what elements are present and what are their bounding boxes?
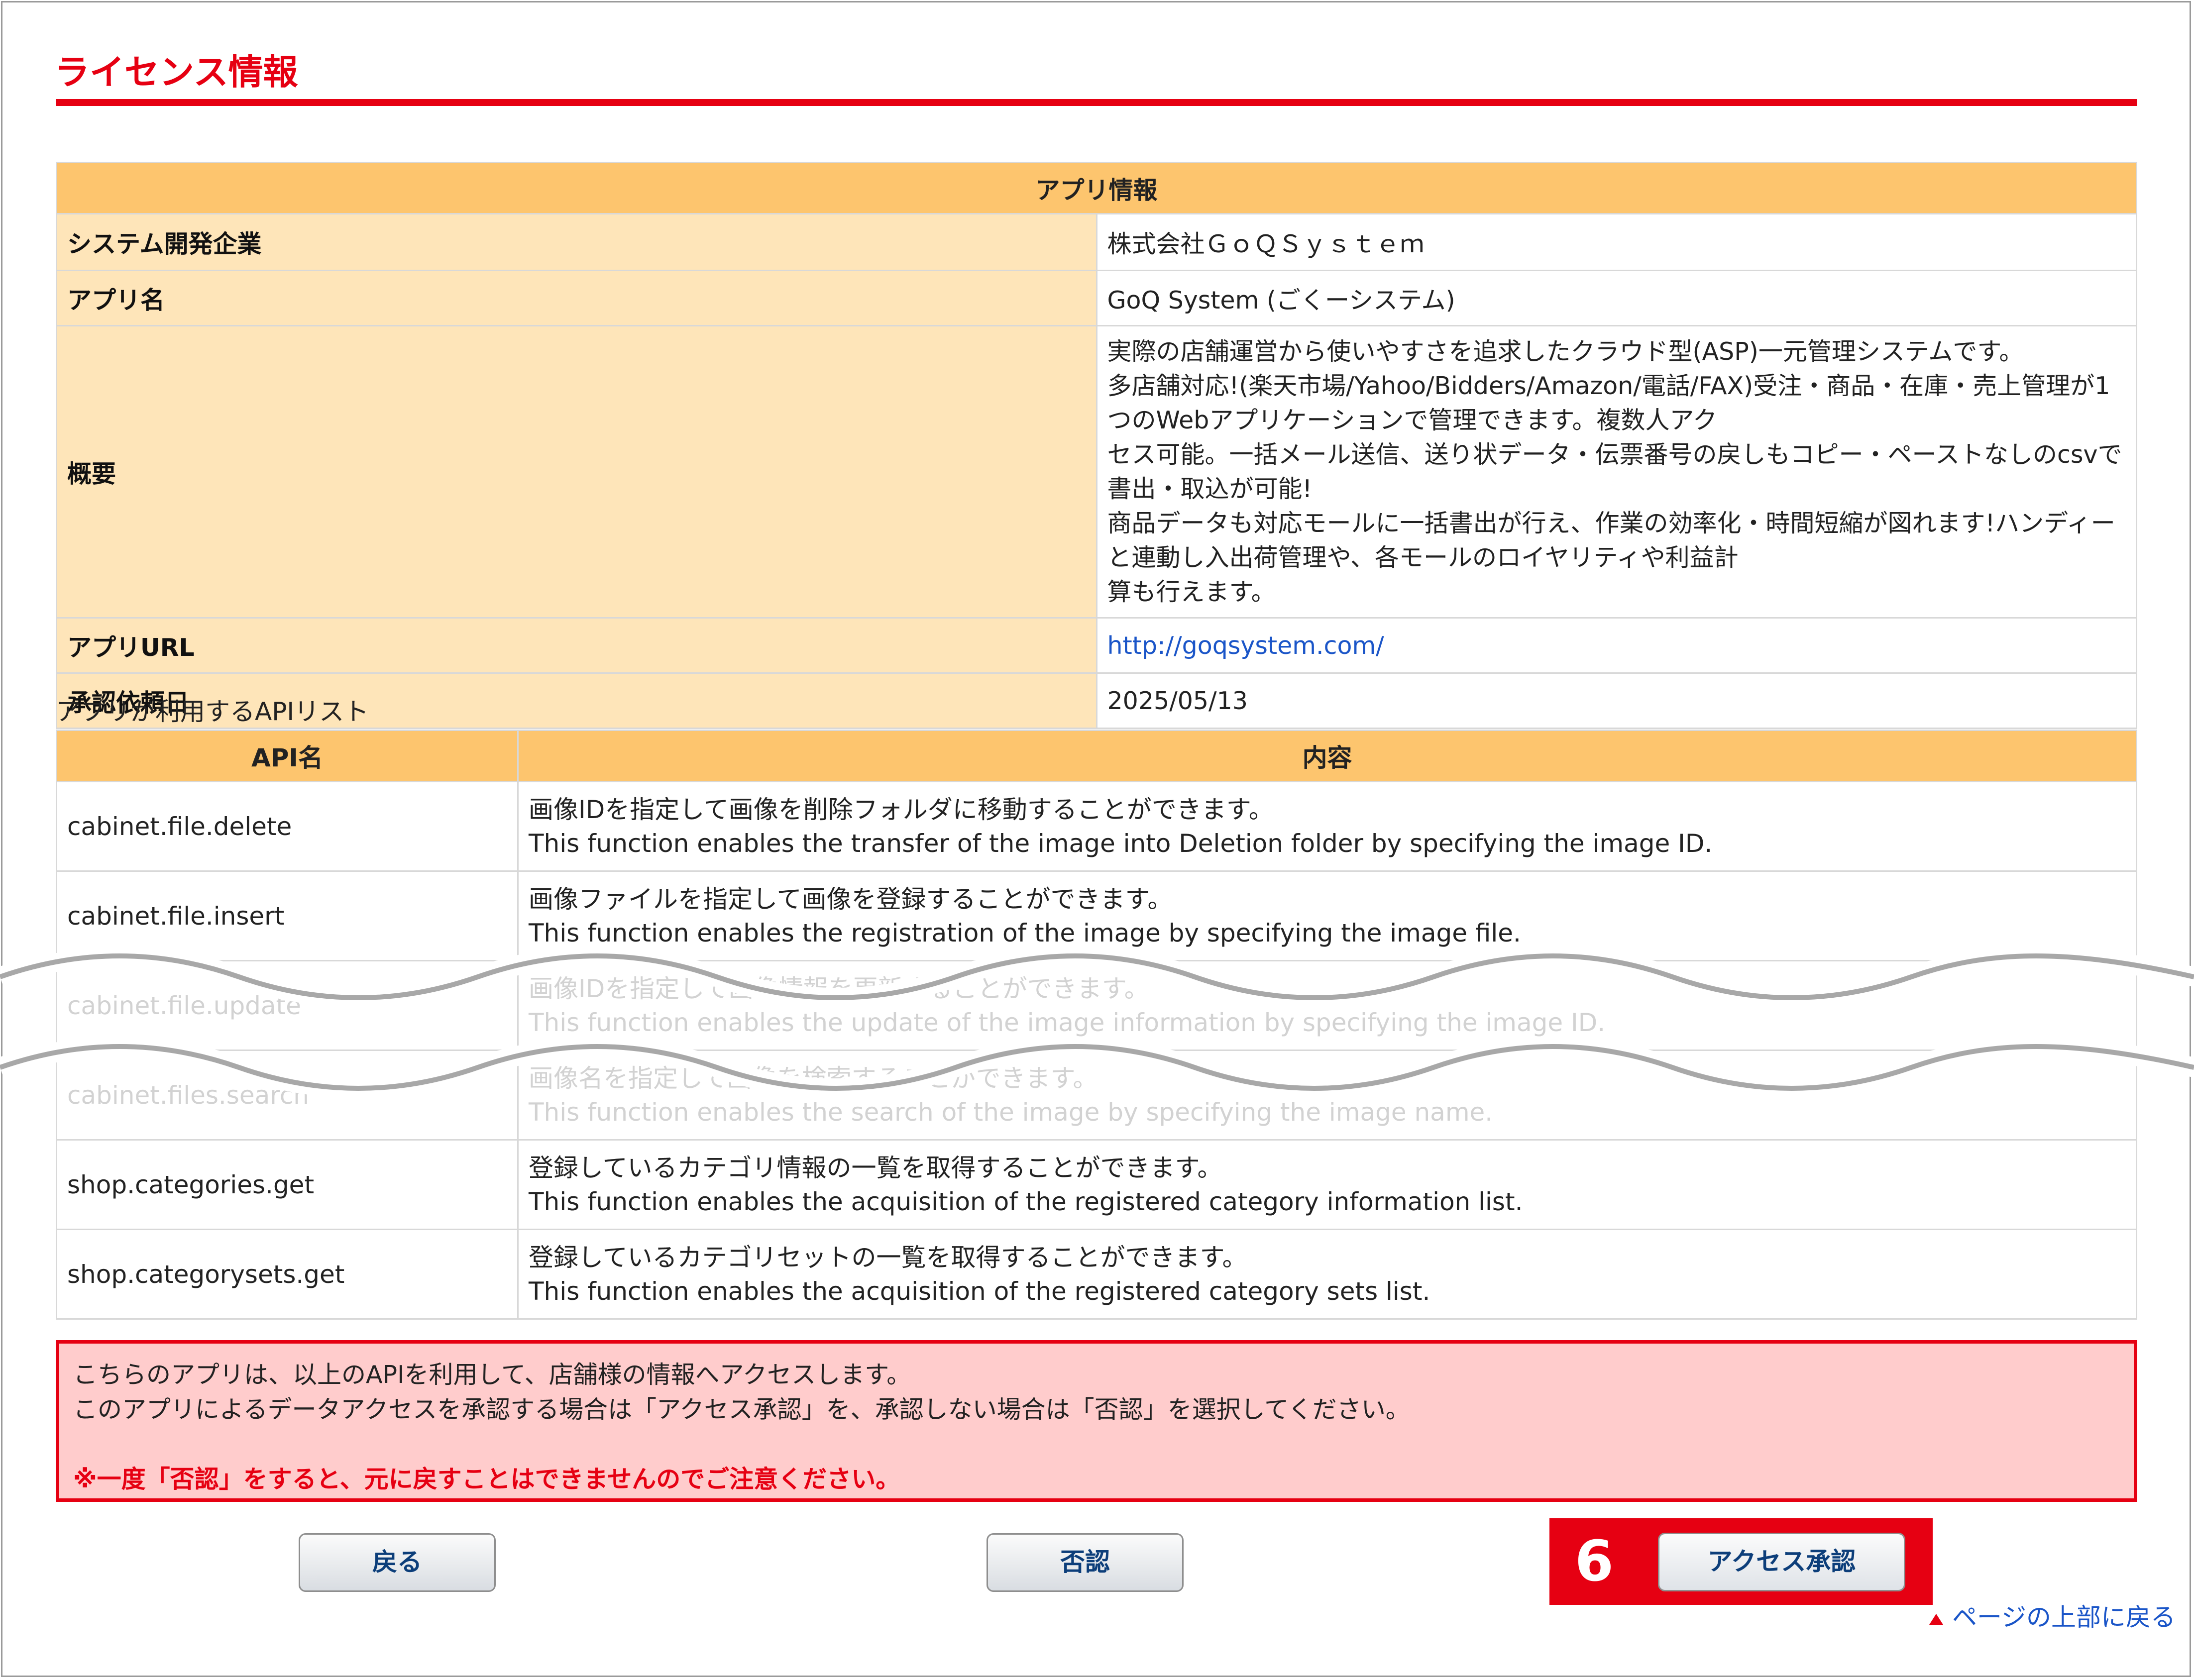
api-name: cabinet.file.update [56,960,519,1051]
api-row: shop.categories.get 登録しているカテゴリ情報の一覧を取得する… [56,1139,2137,1230]
summary-line: 算も行えます。 [1107,578,1276,606]
api-description-en: This function enables the update of the … [529,1008,1606,1037]
summary-line: 実際の店舗運営から使いやすさを追求したクラウド型(ASP)一元管理システムです。 [1107,337,2024,366]
api-description-en: This function enables the acquisition of… [529,1276,1430,1306]
page-top-label: ページの上部に戻る [1952,1603,2176,1632]
page-top-link[interactable]: ページの上部に戻る [1929,1600,2176,1635]
api-name-column-header: API名 [56,730,519,782]
title-underline [56,99,2137,106]
row-label-summary: 概要 [56,325,1097,619]
triangle-up-icon [1929,1613,1943,1625]
deny-button[interactable]: 否認 [987,1533,1184,1592]
api-description-jp: 画像IDを指定して画像を削除フォルダに移動することができます。 [529,795,1274,824]
api-description: 登録しているカテゴリ情報の一覧を取得することができます。 This functi… [517,1139,2137,1230]
api-description-jp: 画像ファイルを指定して画像を登録することができます。 [529,884,1173,914]
api-description-en: This function enables the acquisition of… [529,1187,1523,1216]
api-description-jp: 画像名を指定して画像を検索することができます。 [529,1063,1098,1093]
step-number-badge: 6 [1575,1529,1614,1594]
api-description: 画像名を指定して画像を検索することができます。 This function en… [517,1050,2137,1141]
api-name: cabinet.file.insert [56,870,519,961]
api-name: cabinet.file.delete [56,781,519,872]
page-title: ライセンス情報 [55,52,298,93]
api-row: cabinet.file.insert 画像ファイルを指定して画像を登録すること… [56,870,2137,961]
summary-line: セス可能。一括メール送信、送り状データ・伝票番号の戻しもコピー・ペーストなしのc… [1107,440,2122,503]
row-label-company: システム開発企業 [56,213,1097,271]
notice-line: こちらのアプリは、以上のAPIを利用して、店舗様の情報へアクセスします。 [73,1361,911,1389]
api-description-jp: 登録しているカテゴリセットの一覧を取得することができます。 [529,1243,1247,1272]
summary-line: 商品データも対応モールに一括書出が行え、作業の効率化・時間短縮が図れます!ハンデ… [1107,509,2115,572]
summary-line: 多店舗対応!(楽天市場/Yahoo/Bidders/Amazon/電話/FAX)… [1107,372,2110,434]
row-value-company: 株式会社ＧｏＱＳｙｓｔｅｍ [1096,213,2137,271]
row-label-app-name: アプリ名 [56,270,1097,326]
api-row: cabinet.files.search 画像名を指定して画像を検索することがで… [56,1050,2137,1141]
api-description: 画像ファイルを指定して画像を登録することができます。 This function… [517,870,2137,961]
row-value-app-name: GoQ System (ごくーシステム) [1096,270,2137,326]
api-description-jp: 登録しているカテゴリ情報の一覧を取得することができます。 [529,1153,1222,1182]
app-url-link[interactable]: http://goqsystem.com/ [1107,631,1384,660]
api-description: 画像IDを指定して画像を削除フォルダに移動することができます。 This fun… [517,781,2137,872]
api-name: shop.categories.get [56,1139,519,1230]
access-notice: こちらのアプリは、以上のAPIを利用して、店舗様の情報へアクセスします。 このア… [56,1340,2137,1502]
api-list-caption: アプリが利用するAPIリスト [56,697,369,726]
row-value-summary: 実際の店舗運営から使いやすさを追求したクラウド型(ASP)一元管理システムです。… [1096,325,2137,619]
row-label-app-url: アプリURL [56,617,1097,674]
api-description: 登録しているカテゴリセットの一覧を取得することができます。 This funct… [517,1229,2137,1320]
row-value-app-url: http://goqsystem.com/ [1096,617,2137,674]
notice-warning: ※一度「否認」をすると、元に戻すことはできませんのでご注意ください。 [73,1465,900,1493]
app-info-header: アプリ情報 [56,162,2137,214]
row-value-request-date: 2025/05/13 [1096,672,2137,729]
api-row: shop.categorysets.get 登録しているカテゴリセットの一覧を取… [56,1229,2137,1320]
app-info-table: アプリ情報 システム開発企業 株式会社ＧｏＱＳｙｓｔｅｍ アプリ名 GoQ Sy… [56,162,2137,729]
api-description-en: This function enables the transfer of th… [529,829,1713,858]
api-description-en: This function enables the registration o… [529,918,1521,947]
api-row: cabinet.file.update 画像IDを指定して画像情報を更新すること… [56,960,2137,1051]
api-description-jp: 画像IDを指定して画像情報を更新することができます。 [529,974,1149,1003]
access-approve-button[interactable]: アクセス承認 [1658,1533,1905,1591]
api-name: shop.categorysets.get [56,1229,519,1320]
api-description-en: This function enables the search of the … [529,1097,1493,1127]
api-desc-column-header: 内容 [517,730,2137,782]
api-list-table: API名 内容 cabinet.file.delete 画像IDを指定して画像を… [56,730,2137,1320]
notice-line: このアプリによるデータアクセスを承認する場合は「アクセス承認」を、承認しない場合… [73,1395,1410,1424]
back-button[interactable]: 戻る [299,1533,496,1592]
api-description: 画像IDを指定して画像情報を更新することができます。 This function… [517,960,2137,1051]
api-name: cabinet.files.search [56,1050,519,1141]
api-row: cabinet.file.delete 画像IDを指定して画像を削除フォルダに移… [56,781,2137,872]
